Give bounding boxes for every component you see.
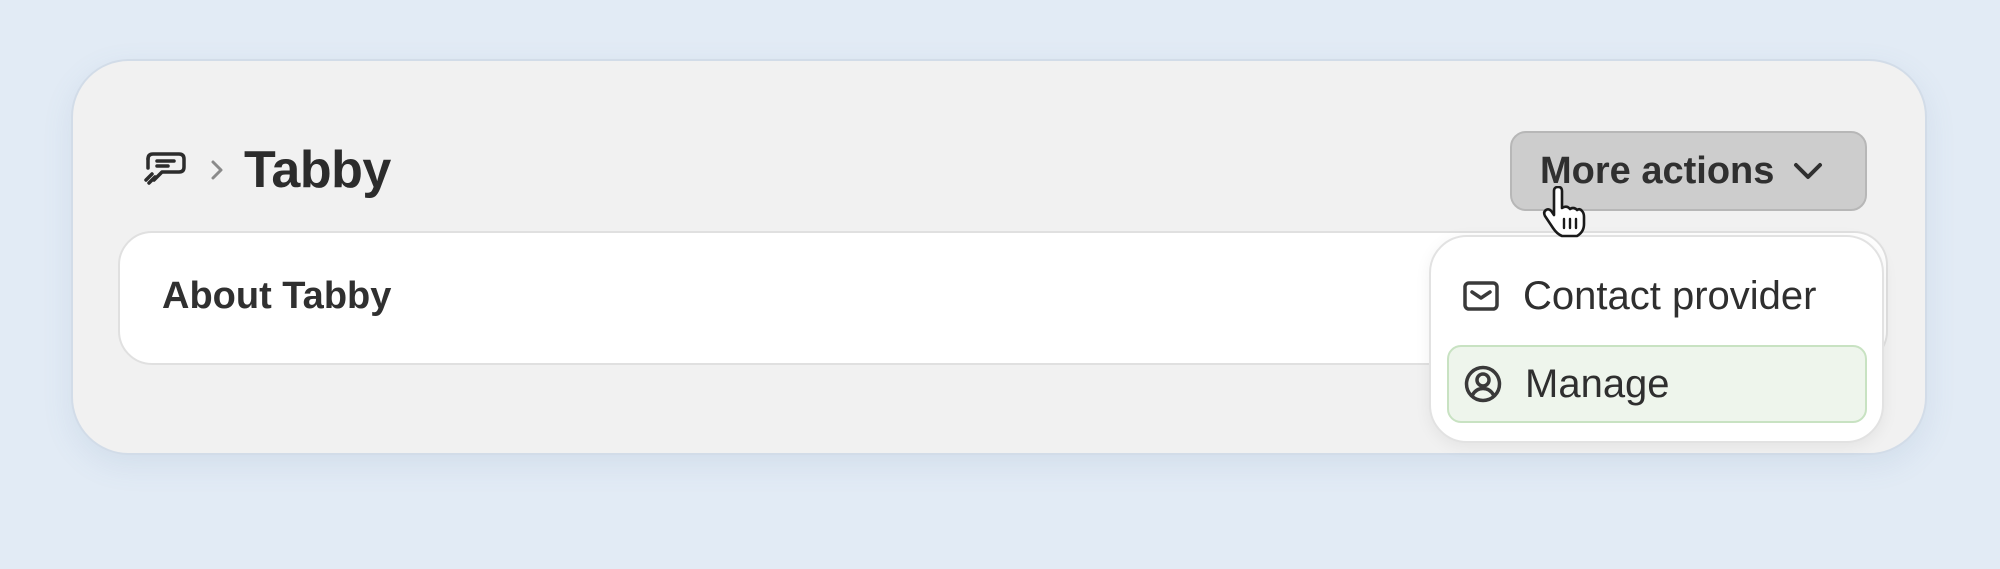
user-circle-icon <box>1463 364 1503 404</box>
card-title: About Tabby <box>162 275 392 317</box>
menu-item-manage[interactable]: Manage <box>1447 345 1867 423</box>
chevron-down-icon <box>1792 161 1824 181</box>
menu-item-label: Contact provider <box>1523 273 1817 318</box>
menu-item-contact-provider[interactable]: Contact provider <box>1447 257 1867 335</box>
menu-item-label: Manage <box>1525 361 1670 406</box>
more-actions-label: More actions <box>1540 149 1775 192</box>
more-actions-button[interactable]: More actions <box>1510 131 1867 211</box>
payments-icon[interactable] <box>142 150 188 190</box>
chevron-right-icon <box>206 159 228 181</box>
envelope-icon <box>1461 276 1501 316</box>
more-actions-menu: Contact provider Manage <box>1429 235 1884 443</box>
breadcrumb: Tabby <box>142 140 391 200</box>
page-title: Tabby <box>244 141 391 199</box>
